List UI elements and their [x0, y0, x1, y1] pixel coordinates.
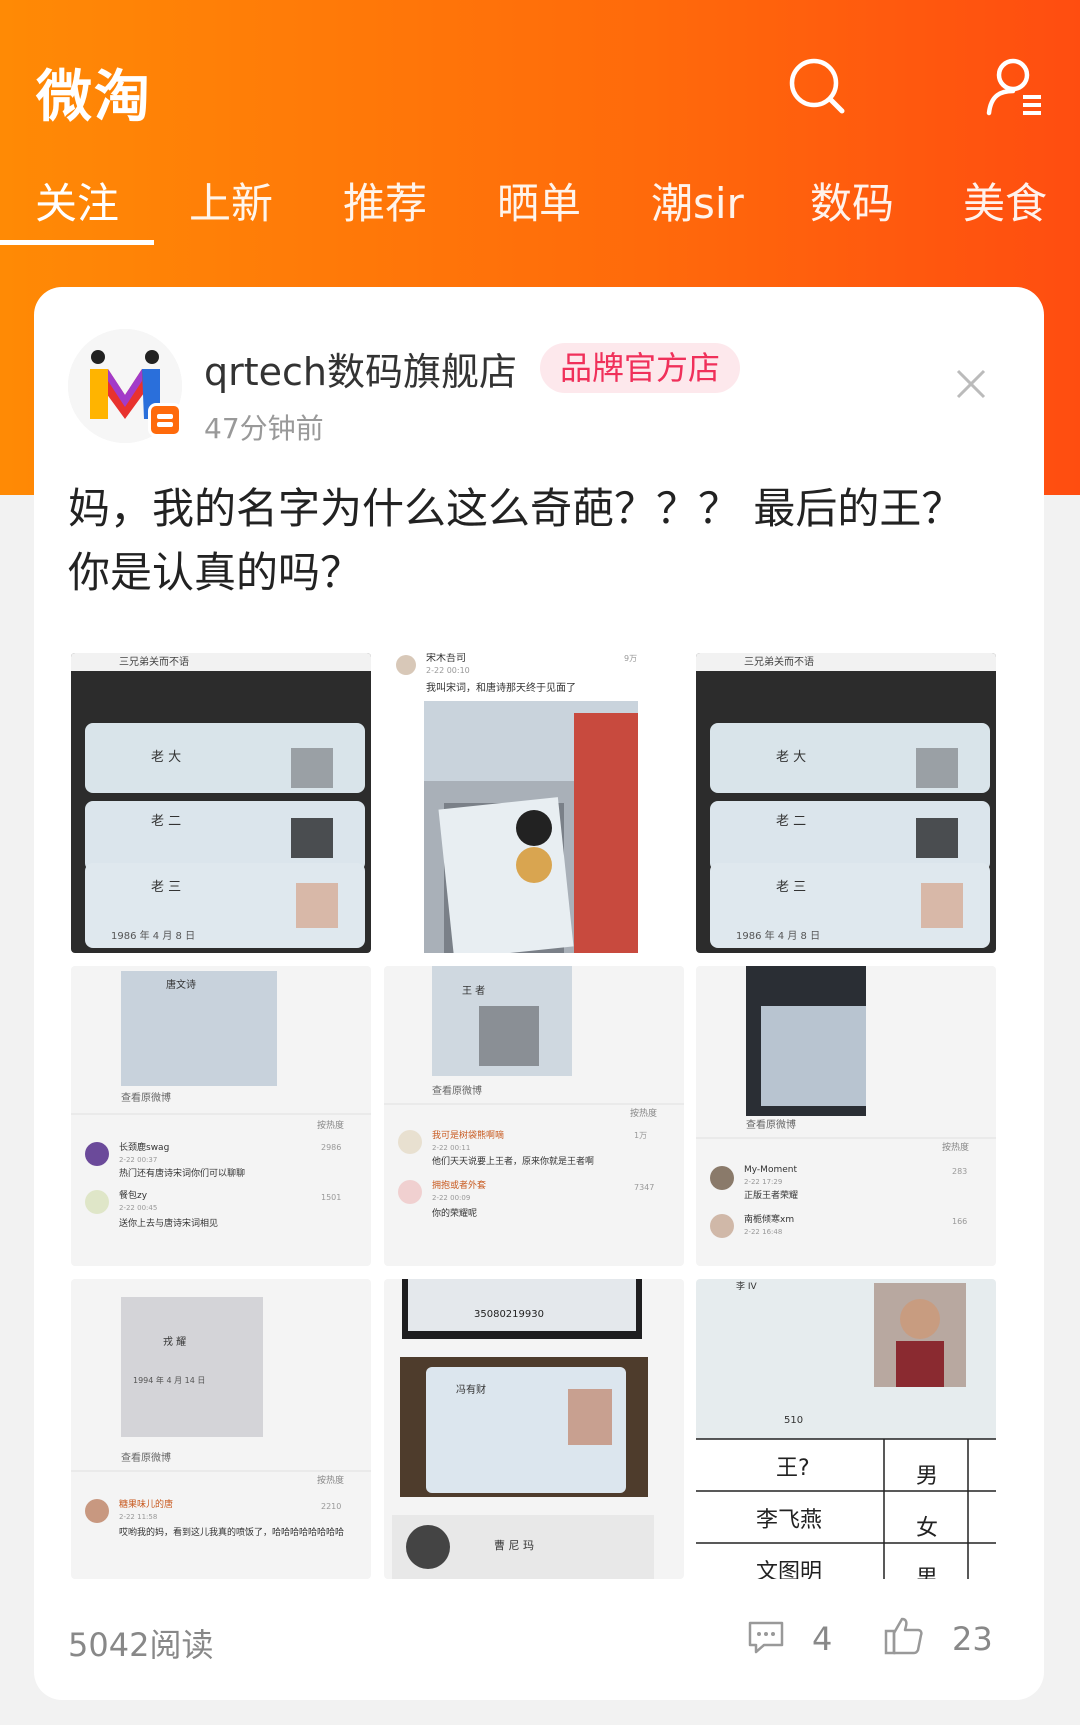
sort-label: 按热度 [317, 1119, 344, 1131]
post-card: qrtech数码旗舰店 品牌官方店 47分钟前 妈，我的名字为什么这么奇葩？？？… [34, 287, 1044, 1700]
comment-likes-2: 166 [952, 1217, 967, 1226]
comment-likes-2: 7347 [634, 1183, 654, 1192]
comment-likes-2: 1501 [321, 1193, 341, 1202]
id-number-prefix: 510 [784, 1415, 803, 1426]
store-name[interactable]: qrtech数码旗舰店 [204, 341, 517, 396]
comment-user: My-Moment [744, 1165, 797, 1175]
thumbs-up-icon[interactable] [882, 1613, 926, 1657]
like-count[interactable]: 23 [952, 1620, 993, 1658]
official-store-badge: 品牌官方店 [540, 343, 741, 393]
post-image-8[interactable]: 35080219930 冯有财 曹 尼 玛 [384, 1279, 684, 1579]
comment-time-2: 2-22 00:09 [432, 1194, 470, 1202]
table-cell-name-1: 王? [776, 1456, 810, 1481]
id-name-1: 老 大 [151, 750, 181, 765]
id-name-1: 老 大 [776, 750, 806, 765]
weibo-time: 2-22 00:10 [426, 666, 470, 675]
comment-user-2: 南栀倾寒xm [744, 1213, 794, 1225]
app-title: 微淘 [36, 65, 152, 130]
comment-user: 糖果味儿的唐 [119, 1498, 173, 1510]
id-name: 戎 耀 [163, 1335, 186, 1348]
image-caption: 三兄弟关而不语 [119, 655, 189, 668]
comment-likes: 2210 [321, 1502, 341, 1511]
comment-user-2: 餐包zy [119, 1189, 148, 1201]
comment-text: 他们天天说要上王者，原来你就是王者啊 [432, 1155, 594, 1167]
id-name-3: 老 三 [776, 880, 806, 895]
comment-likes: 2986 [321, 1143, 341, 1152]
table-cell-gender-2: 女 [916, 1516, 938, 1541]
comment-time-2: 2-22 00:45 [119, 1204, 157, 1212]
read-count: 5042阅读 [68, 1626, 214, 1664]
comment-text: 哎哟我的妈，看到这儿我真的喷饭了，哈哈哈哈哈哈哈哈 [119, 1526, 344, 1538]
comment-time: 2-22 00:11 [432, 1144, 470, 1152]
post-time: 47分钟前 [204, 412, 324, 445]
id-name-3: 老 三 [151, 880, 181, 895]
comment-text: 正版王者荣耀 [744, 1189, 798, 1201]
id-name-2: 曹 尼 玛 [494, 1539, 534, 1552]
post-image-2[interactable]: 宋木吾司 2-22 00:10 9万 我叫宋词，和唐诗那天终于见面了 [384, 653, 684, 953]
tab-tuijian[interactable]: 推荐 [343, 170, 427, 231]
close-icon[interactable] [954, 367, 988, 401]
post-image-4[interactable]: 唐文诗 查看原微博 按热度 长颈鹿swag 2-22 00:37 2986 热门… [71, 966, 371, 1266]
comment-time: 2-22 17:29 [744, 1178, 782, 1186]
sort-label: 按热度 [630, 1107, 657, 1119]
weibo-text: 我叫宋词，和唐诗那天终于见面了 [426, 681, 576, 694]
post-image-1[interactable]: 三兄弟关而不语 老 大 老 二 老 三 1986 年 4 月 8 日 [71, 653, 371, 953]
id-name: 唐文诗 [166, 978, 196, 991]
weibo-user: 宋木吾司 [426, 653, 466, 664]
tab-meishi[interactable]: 美食 [963, 170, 1047, 231]
post-image-7[interactable]: 戎 耀 1994 年 4 月 14 日 查看原微博 按热度 糖果味儿的唐 2-2… [71, 1279, 371, 1579]
id-date: 1994 年 4 月 14 日 [133, 1375, 205, 1385]
table-cell-gender-1: 男 [916, 1464, 938, 1489]
view-original-link: 查看原微博 [432, 1084, 482, 1097]
weibo-likes: 9万 [624, 654, 637, 663]
tab-shaidan[interactable]: 晒单 [497, 170, 581, 231]
post-text: 妈，我的名字为什么这么奇葩？？？ 最后的王？你是认真的吗？ [68, 484, 964, 597]
table-cell-gender-3: 男 [916, 1566, 938, 1579]
tab-bar: 关注 上新 推荐 晒单 潮sir 数码 美食 [0, 170, 1080, 250]
search-icon[interactable] [786, 55, 850, 119]
image-caption: 三兄弟关而不语 [744, 655, 814, 668]
id-name-2: 老 二 [776, 814, 806, 829]
post-image-3[interactable]: 三兄弟关而不语 老 大 老 二 老 三 1986 年 4 月 8 日 [696, 653, 996, 953]
tab-guanzhu[interactable]: 关注 [35, 170, 119, 231]
comment-text-2: 你的荣耀呢 [432, 1207, 477, 1219]
comment-text: 热门还有唐诗宋词你们可以聊聊 [119, 1167, 245, 1179]
tab-chaosir[interactable]: 潮sir [651, 170, 744, 231]
comment-time: 2-22 11:58 [119, 1513, 157, 1521]
sort-label: 按热度 [942, 1141, 969, 1153]
comment-text-2: 送你上去与唐诗宋词相见 [119, 1217, 218, 1229]
post-image-9[interactable]: 李 IV 510 王? 男 李飞燕 女 文图明 男 [696, 1279, 996, 1579]
sort-label: 按热度 [317, 1474, 344, 1486]
post-image-5[interactable]: 王 者 查看原微博 按热度 我可是树袋熊啊嘀 2-22 00:11 1万 他们天… [384, 966, 684, 1266]
tab-shuma[interactable]: 数码 [810, 170, 894, 231]
view-original-link: 查看原微博 [746, 1118, 796, 1131]
image-grid: 三兄弟关而不语 老 大 老 二 老 三 1986 年 4 月 8 日 宋木吾司 … [71, 653, 996, 1581]
view-original-link: 查看原微博 [121, 1451, 171, 1464]
comment-user: 长颈鹿swag [119, 1141, 169, 1153]
view-original-link: 查看原微博 [121, 1091, 171, 1104]
comment-user: 我可是树袋熊啊嘀 [432, 1129, 504, 1141]
active-tab-indicator [0, 240, 154, 245]
tab-shangxin[interactable]: 上新 [189, 170, 273, 231]
id-number: 35080219930 [474, 1309, 544, 1320]
comment-count[interactable]: 4 [812, 1620, 832, 1658]
comment-user-2: 拥抱或者外套 [432, 1179, 486, 1191]
comment-time-2: 2-22 16:48 [744, 1228, 782, 1236]
store-type-icon [148, 403, 182, 437]
id-name: 王 者 [462, 985, 485, 997]
id-name: 李 IV [736, 1280, 758, 1292]
comment-time: 2-22 00:37 [119, 1156, 157, 1164]
comment-likes: 1万 [634, 1131, 647, 1140]
id-date: 1986 年 4 月 8 日 [111, 929, 195, 942]
id-name: 冯有财 [456, 1383, 486, 1396]
comment-icon[interactable] [746, 1617, 786, 1657]
table-cell-name-3: 文图明 [756, 1560, 822, 1579]
id-name-2: 老 二 [151, 814, 181, 829]
comment-likes: 283 [952, 1167, 967, 1176]
user-list-icon[interactable] [983, 55, 1047, 119]
post-image-6[interactable]: 查看原微博 按热度 My-Moment 2-22 17:29 283 正版王者荣… [696, 966, 996, 1266]
id-date: 1986 年 4 月 8 日 [736, 929, 820, 942]
table-cell-name-2: 李飞燕 [756, 1508, 822, 1533]
